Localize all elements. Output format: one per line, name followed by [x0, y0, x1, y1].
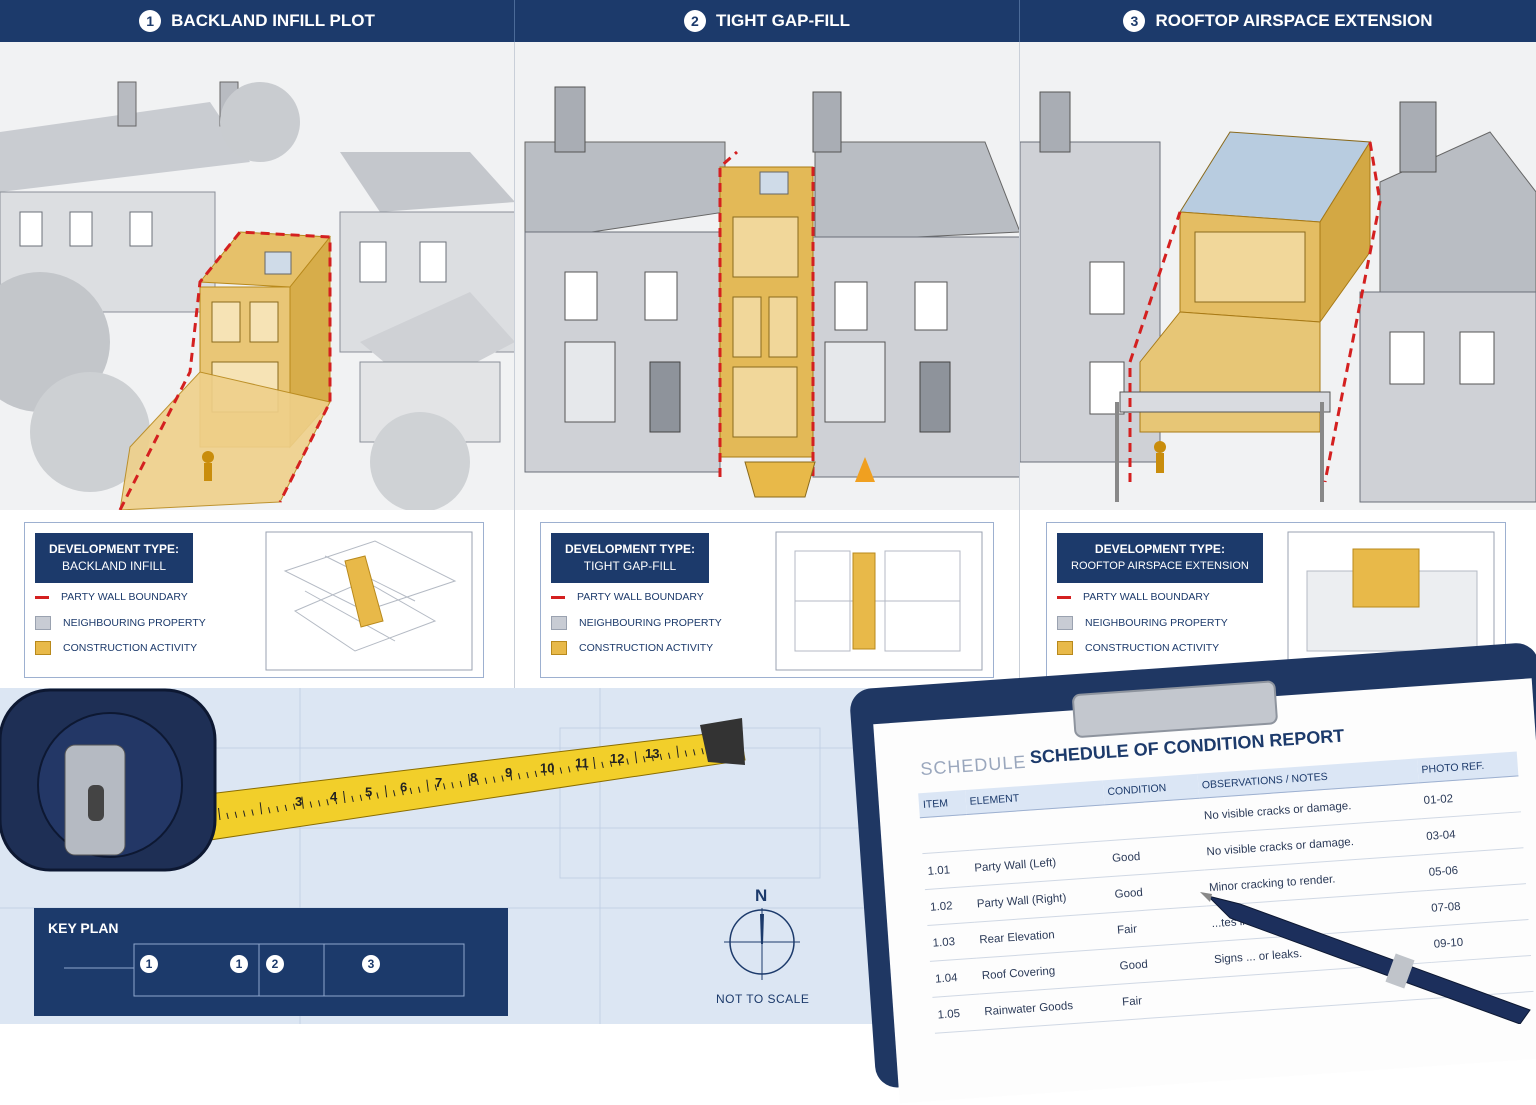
tape-number: 3	[295, 794, 302, 809]
tape-blade	[199, 729, 746, 841]
key-plan-marker-3[interactable]: 3	[362, 955, 380, 973]
panel-3-number-badge: 3	[1123, 10, 1146, 32]
row-item: 1.02	[924, 886, 975, 926]
panel-3-development-type-box: DEVELOPMENT TYPE: ROOFTOP AIRSPACE EXTEN…	[1057, 533, 1263, 583]
row-item: 1.03	[927, 922, 977, 962]
tape-number: 6	[400, 780, 407, 795]
row-item: 1.05	[932, 994, 982, 1034]
gap-fill-sketch	[515, 42, 1019, 510]
tape-number: 11	[575, 756, 589, 771]
panel-2-development-type-value: TIGHT GAP-FILL	[583, 559, 677, 573]
neighbouring-swatch	[1057, 616, 1073, 630]
legend-neighbouring-label: NEIGHBOURING PROPERTY	[63, 617, 206, 629]
row-item: 1.04	[929, 958, 980, 998]
key-plan-marker-1b[interactable]: 1	[230, 955, 248, 973]
panel-2-number-badge: 2	[683, 10, 706, 32]
panel-backland-infill: DEVELOPMENT TYPE: BACKLAND INFILL PARTY …	[0, 42, 515, 688]
panel-1-development-type-value: BACKLAND INFILL	[61, 559, 167, 573]
row-item: 1.01	[922, 850, 972, 890]
legend-construction: CONSTRUCTION ACTIVITY	[551, 641, 713, 655]
panel-2-development-type-label: DEVELOPMENT TYPE:	[565, 542, 696, 556]
backland-infill-sketch	[0, 42, 514, 510]
panel-2-title: TIGHT GAP-FILL	[715, 11, 851, 30]
construction-swatch	[35, 641, 51, 655]
panel-1-heading: 1 BACKLAND INFILL PLOT	[0, 0, 515, 42]
legend-party-wall: PARTY WALL BOUNDARY	[551, 591, 704, 603]
key-plan-marker-1[interactable]: 1	[140, 955, 158, 973]
key-plan: KEY PLAN 1 1 2 3	[34, 908, 508, 1016]
legend-neighbouring-label: NEIGHBOURING PROPERTY	[579, 617, 722, 629]
key-plan-marker-2[interactable]: 2	[266, 955, 284, 973]
legend-neighbouring: NEIGHBOURING PROPERTY	[551, 616, 722, 630]
legend-party-wall: PARTY WALL BOUNDARY	[1057, 591, 1210, 603]
tape-number: 5	[365, 784, 372, 799]
tape-number: 4	[330, 789, 338, 804]
rooftop-illustration	[1020, 42, 1536, 510]
panel-1-title: BACKLAND INFILL PLOT	[171, 11, 375, 30]
tape-number: 7	[435, 775, 442, 790]
tape-number: 9	[505, 765, 512, 780]
backland-infill-illustration	[0, 42, 514, 510]
panel-1-number-badge: 1	[139, 10, 162, 32]
panel-3-heading: 3 ROOFTOP AIRSPACE EXTENSION	[1020, 0, 1536, 42]
compass-icon	[724, 908, 800, 980]
panel-1-site-plan	[265, 531, 473, 671]
panel-tight-gap-fill: DEVELOPMENT TYPE: TIGHT GAP-FILL PARTY W…	[515, 42, 1020, 688]
report-title-ghost: SCHEDULE	[919, 751, 1027, 780]
legend-construction-label: CONSTRUCTION ACTIVITY	[579, 642, 714, 654]
legend-party-wall-label: PARTY WALL BOUNDARY	[1083, 591, 1210, 603]
rooftop-sketch	[1020, 42, 1536, 510]
neighbouring-swatch	[551, 616, 567, 630]
north-label: N	[755, 886, 768, 905]
tape-number: 10	[540, 760, 554, 775]
gap-fill-illustration	[515, 42, 1019, 510]
legend-party-wall-label: PARTY WALL BOUNDARY	[577, 591, 704, 603]
legend-party-wall: PARTY WALL BOUNDARY	[35, 591, 188, 603]
tape-number: 8	[470, 770, 477, 785]
party-wall-swatch	[1057, 595, 1071, 599]
pen	[1200, 892, 1531, 1024]
neighbouring-swatch	[35, 616, 51, 630]
legend-construction: CONSTRUCTION ACTIVITY	[35, 641, 197, 655]
panel-3-title: ROOFTOP AIRSPACE EXTENSION	[1155, 11, 1433, 30]
tape-number: 12	[610, 751, 624, 766]
legend-party-wall-label: PARTY WALL BOUNDARY	[61, 591, 188, 603]
panel-1-development-type-label: DEVELOPMENT TYPE:	[49, 542, 180, 556]
panel-3-development-type-value: ROOFTOP AIRSPACE EXTENSION	[1071, 560, 1249, 572]
legend-construction-label: CONSTRUCTION ACTIVITY	[63, 642, 198, 654]
legend-neighbouring: NEIGHBOURING PROPERTY	[35, 616, 206, 630]
panel-rooftop-extension: DEVELOPMENT TYPE: ROOFTOP AIRSPACE EXTEN…	[1020, 42, 1536, 688]
party-wall-swatch	[35, 595, 49, 599]
panel-3-development-type-label: DEVELOPMENT TYPE:	[1094, 542, 1225, 556]
panel-2-development-type-box: DEVELOPMENT TYPE: TIGHT GAP-FILL	[551, 533, 710, 583]
header-bar: 1 BACKLAND INFILL PLOT 2 TIGHT GAP-FILL …	[0, 0, 1536, 42]
panel-2-heading: 2 TIGHT GAP-FILL	[515, 0, 1020, 42]
tape-number: 13	[645, 746, 659, 761]
tape-measure: 3 4 5 6 7 8 9 10 11 12 13	[0, 688, 746, 872]
panel-1-legend-box: DEVELOPMENT TYPE: BACKLAND INFILL PARTY …	[24, 522, 484, 678]
col-item: ITEM	[918, 790, 967, 818]
panel-1-development-type-box: DEVELOPMENT TYPE: BACKLAND INFILL	[35, 533, 194, 583]
row-item	[919, 814, 970, 854]
not-to-scale-label: NOT TO SCALE	[716, 992, 810, 1006]
construction-swatch	[551, 641, 567, 655]
party-wall-swatch	[551, 595, 565, 599]
